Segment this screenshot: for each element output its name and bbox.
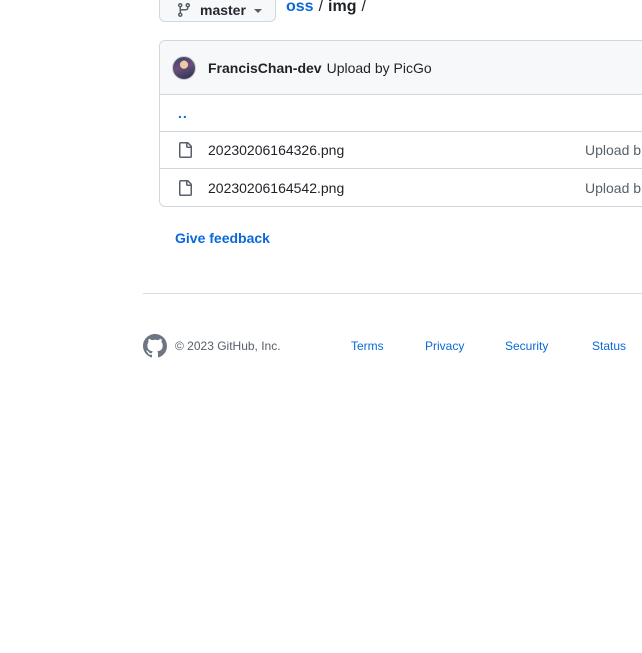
file-row[interactable]: 20230206164326.png Upload b [160, 132, 642, 169]
branch-name: master [200, 2, 246, 18]
file-name-link[interactable]: 20230206164542.png [208, 180, 344, 196]
file-commit-message-link[interactable]: Upload b [585, 180, 641, 196]
avatar[interactable] [172, 55, 196, 80]
file-icon [179, 179, 192, 196]
footer-divider [143, 293, 642, 294]
page: master oss / img / FrancisChan-dev Uploa… [0, 0, 642, 653]
footer-link-privacy[interactable]: Privacy [425, 339, 464, 353]
file-icon [179, 142, 192, 158]
breadcrumb-separator: / [318, 0, 324, 15]
file-commit-message-link[interactable]: Upload b [585, 142, 641, 158]
git-branch-icon [177, 3, 190, 18]
latest-commit-bar: FrancisChan-dev Upload by PicGo [160, 41, 642, 95]
github-logo-icon[interactable] [143, 334, 167, 358]
footer-link-status[interactable]: Status [592, 339, 626, 353]
parent-directory-row[interactable]: .. [160, 95, 642, 132]
commit-author-link[interactable]: FrancisChan-dev [208, 60, 322, 76]
breadcrumb-root-link[interactable]: oss [286, 0, 314, 16]
breadcrumb-trailing-separator: / [361, 0, 366, 15]
breadcrumb: oss / img / [286, 0, 366, 16]
give-feedback-link[interactable]: Give feedback [175, 230, 270, 246]
breadcrumb-current: img [328, 0, 357, 15]
file-row[interactable]: 20230206164542.png Upload b [160, 169, 642, 206]
footer-link-terms[interactable]: Terms [351, 339, 384, 353]
footer-copyright: © 2023 GitHub, Inc. [175, 339, 281, 353]
footer-link-security[interactable]: Security [505, 339, 548, 353]
caret-down-icon [253, 9, 262, 13]
file-browser: FrancisChan-dev Upload by PicGo .. 20230… [159, 40, 642, 207]
branch-select-button[interactable]: master [159, 0, 276, 22]
file-name-link[interactable]: 20230206164326.png [208, 142, 344, 158]
parent-directory-link[interactable]: .. [178, 105, 188, 121]
commit-message-link[interactable]: Upload by PicGo [327, 60, 432, 76]
